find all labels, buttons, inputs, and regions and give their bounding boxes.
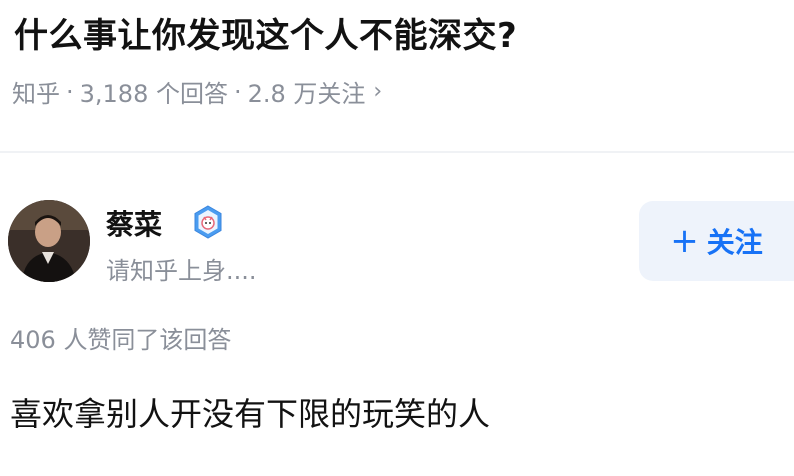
avatar-photo (8, 200, 90, 282)
zhihu-answer-page: 什么事让你发现这个人不能深交? 知乎 · 3,188 个回答 · 2.8 万关注… (0, 0, 794, 476)
avatar[interactable] (8, 200, 90, 282)
verified-badge-icon (190, 204, 226, 240)
plus-icon: + (670, 221, 699, 261)
source-label: 知乎 (12, 80, 60, 108)
followers-count: 2.8 万关注 (247, 80, 366, 108)
question-title[interactable]: 什么事让你发现这个人不能深交? (14, 8, 517, 57)
meta-separator: · (66, 77, 74, 106)
author-name[interactable]: 蔡菜 (106, 203, 162, 243)
chevron-right-icon: › (373, 79, 383, 104)
follow-button-label: 关注 (706, 226, 763, 259)
follow-button[interactable]: + 关注 (639, 201, 794, 281)
meta-separator: · (233, 77, 242, 106)
answers-count: 3,188 个回答 (79, 80, 228, 108)
question-meta[interactable]: 知乎 · 3,188 个回答 · 2.8 万关注 › (12, 74, 382, 109)
section-divider (0, 151, 794, 153)
author-bio: 请知乎上身.... (106, 257, 257, 285)
vote-count: 406 人赞同了该回答 (10, 326, 232, 354)
answer-content[interactable]: 喜欢拿别人开没有下限的玩笑的人 (10, 389, 490, 435)
